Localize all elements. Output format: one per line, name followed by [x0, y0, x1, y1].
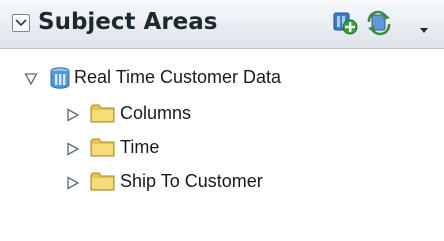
collapse-button[interactable] [12, 14, 30, 32]
tree-node-label: Real Time Customer Data [74, 67, 282, 87]
expand-toggle[interactable] [66, 107, 80, 126]
panel-title: Subject Areas [38, 9, 218, 35]
triangle-right-icon [67, 142, 80, 156]
refresh-button[interactable] [366, 10, 394, 40]
expand-toggle[interactable] [66, 175, 80, 194]
folder-icon [90, 102, 116, 128]
dropdown-arrow-icon [420, 28, 428, 33]
add-subject-area-button[interactable] [332, 10, 358, 40]
expand-toggle[interactable] [66, 141, 80, 160]
panel-menu-button[interactable] [419, 20, 429, 39]
triangle-down-icon [24, 73, 38, 86]
subject-area-icon [48, 66, 72, 94]
tree-node-time[interactable]: Time [0, 132, 444, 164]
tree-node-label: Time [120, 137, 160, 157]
tree-node-ship-to-customer[interactable]: Ship To Customer [0, 166, 444, 198]
chevron-down-icon [15, 19, 27, 27]
tree-node-root[interactable]: Real Time Customer Data [0, 62, 444, 94]
triangle-right-icon [67, 108, 80, 122]
subject-areas-panel: Subject Areas Real Time Customer Data Co… [0, 0, 444, 241]
triangle-right-icon [67, 176, 80, 190]
refresh-icon [367, 10, 391, 36]
tree-node-label: Columns [120, 103, 192, 123]
expand-toggle[interactable] [24, 71, 38, 90]
tree-node-label: Ship To Customer [120, 171, 263, 191]
tree-node-columns[interactable]: Columns [0, 98, 444, 130]
add-subject-area-icon [333, 12, 358, 35]
panel-header: Subject Areas [0, 0, 444, 49]
folder-icon [90, 170, 116, 196]
folder-icon [90, 136, 116, 162]
